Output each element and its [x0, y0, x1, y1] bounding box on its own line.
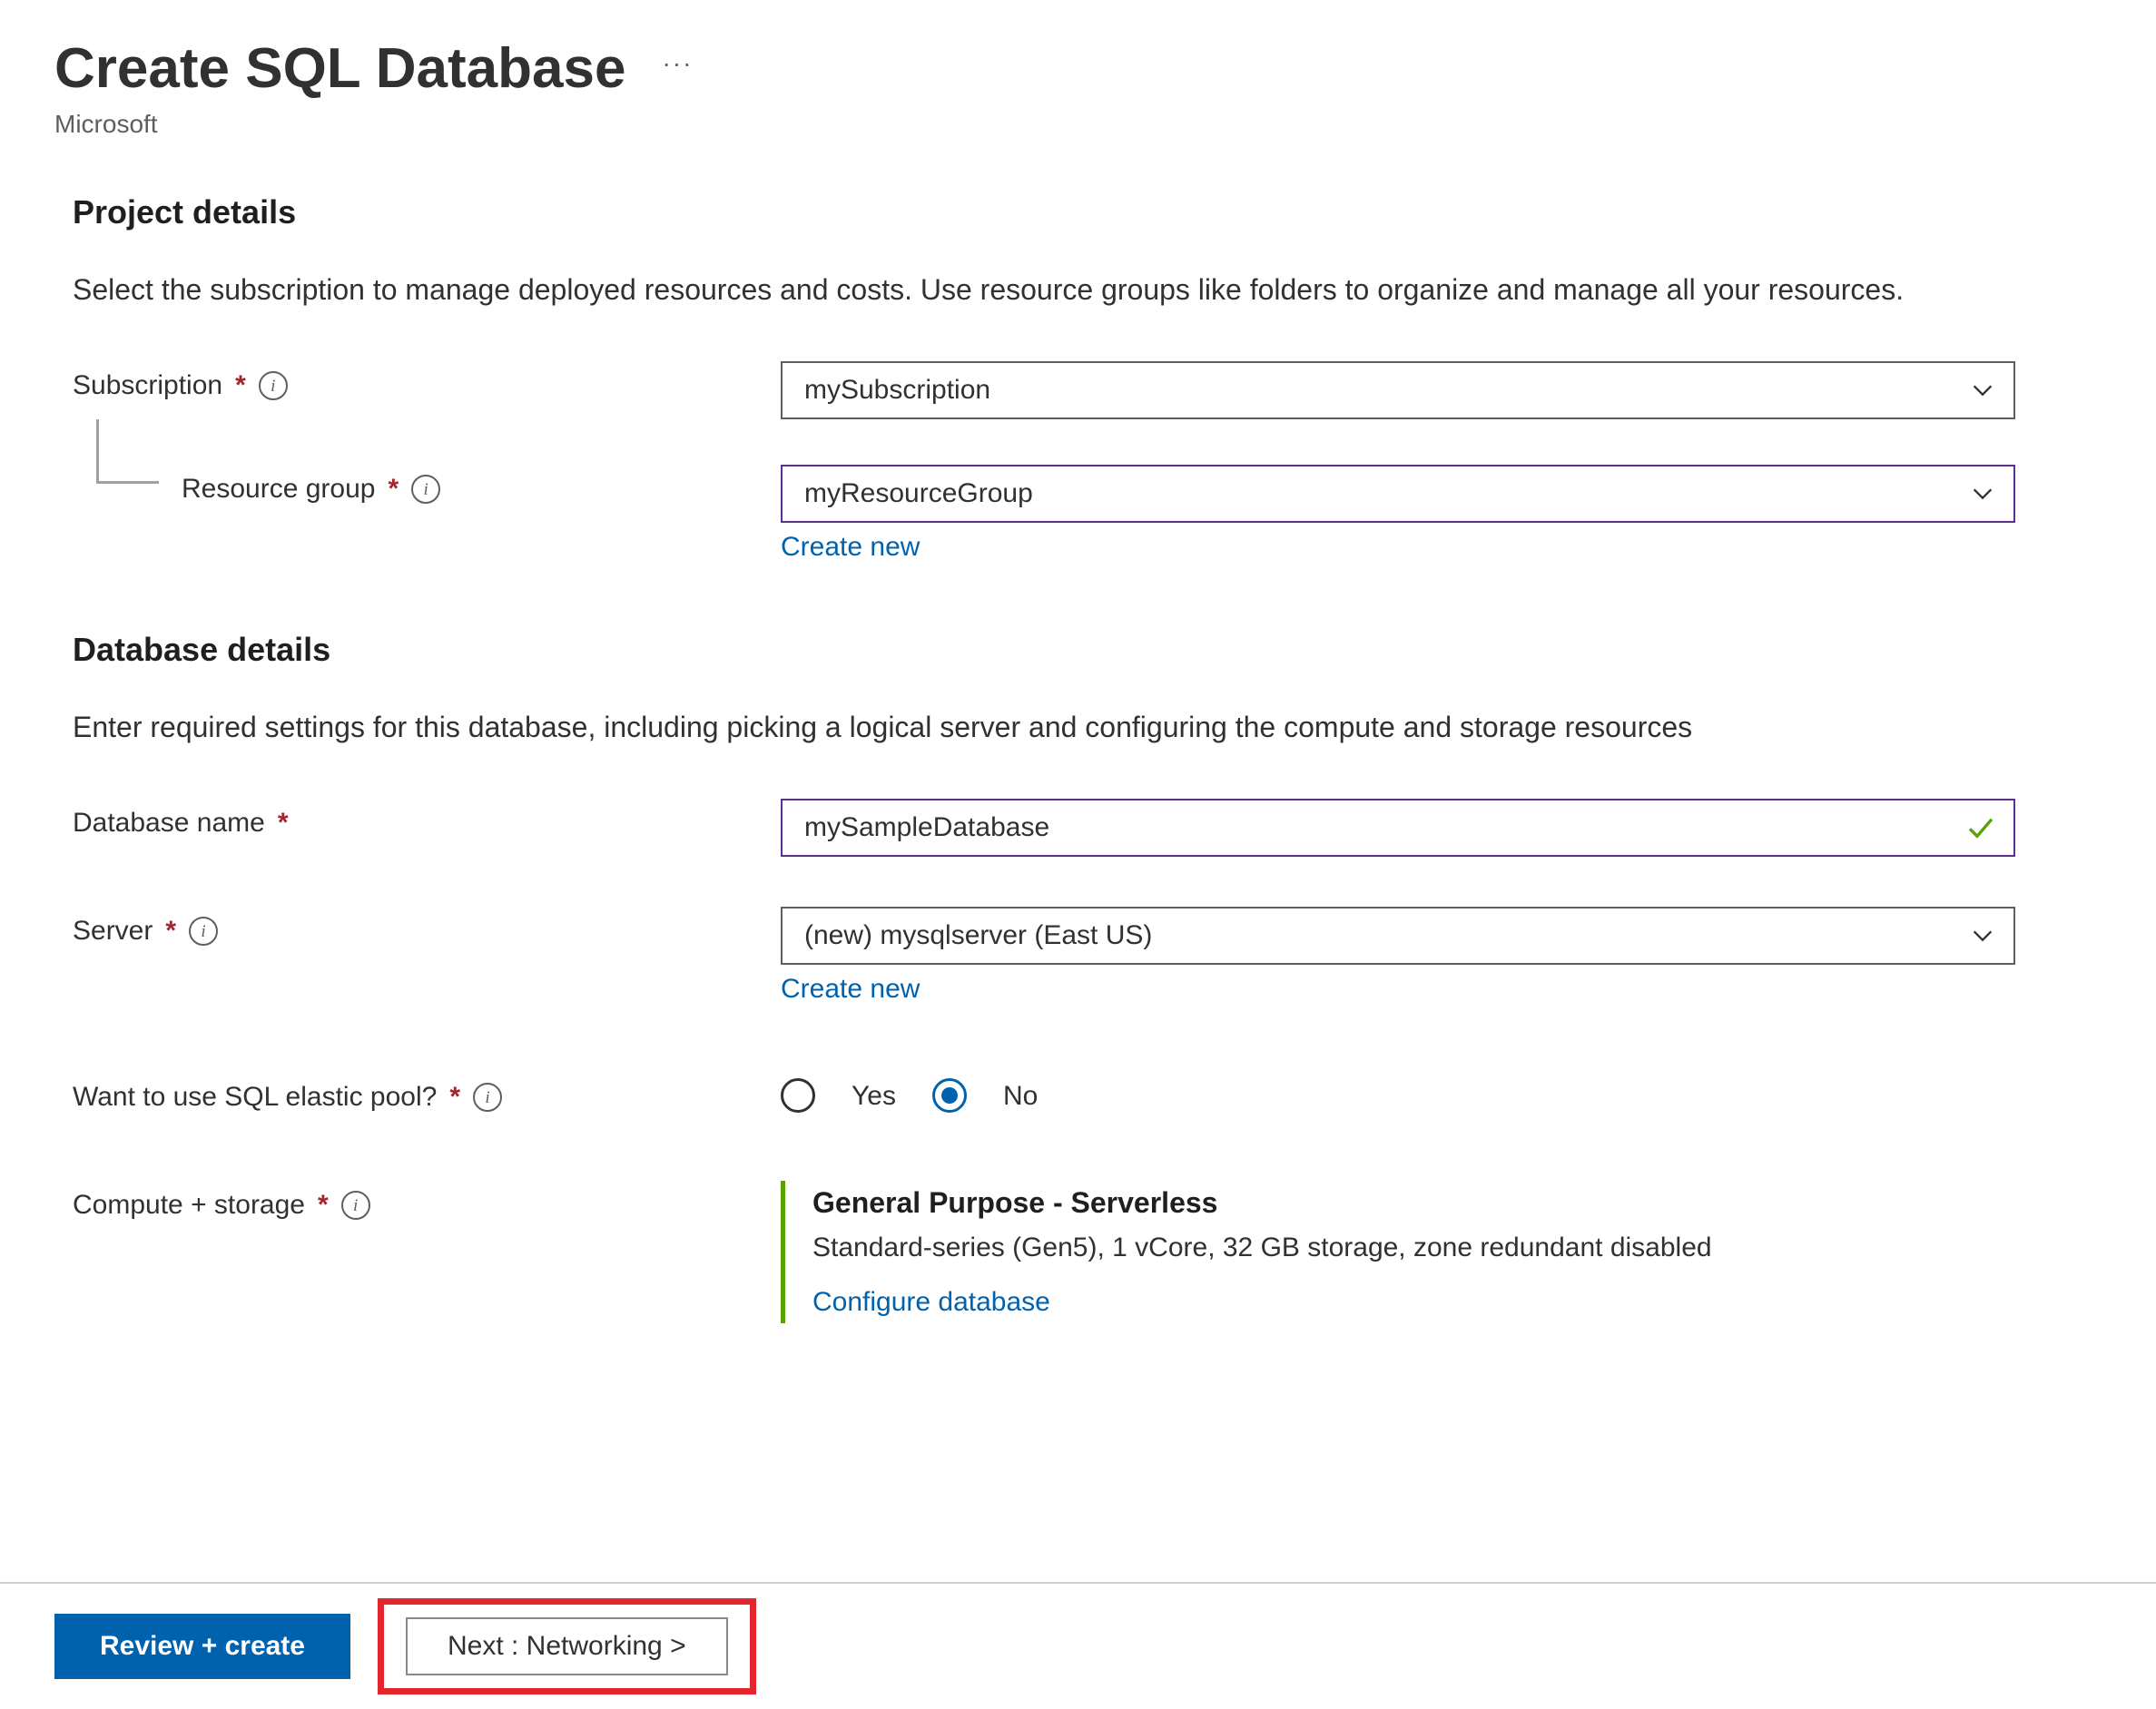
info-icon[interactable]: i — [189, 917, 218, 946]
tree-connector — [96, 419, 159, 484]
elastic-pool-no-radio[interactable] — [932, 1078, 967, 1113]
info-icon[interactable]: i — [411, 475, 440, 504]
subscription-value: mySubscription — [804, 375, 990, 406]
project-details-description: Select the subscription to manage deploy… — [73, 268, 1943, 311]
database-name-value: mySampleDatabase — [804, 812, 1049, 843]
more-button[interactable]: ··· — [662, 49, 693, 89]
required-marker: * — [165, 916, 176, 947]
resource-group-label: Resource group — [182, 474, 375, 505]
compute-storage-summary: General Purpose - Serverless Standard-se… — [781, 1181, 2015, 1323]
elastic-pool-no-label: No — [1003, 1079, 1038, 1112]
review-create-button[interactable]: Review + create — [54, 1614, 350, 1679]
compute-tier-title: General Purpose - Serverless — [812, 1186, 2015, 1220]
create-new-server-link[interactable]: Create new — [781, 974, 920, 1005]
configure-database-link[interactable]: Configure database — [812, 1287, 1050, 1318]
compute-tier-detail: Standard-series (Gen5), 1 vCore, 32 GB s… — [812, 1233, 2015, 1263]
server-value: (new) mysqlserver (East US) — [804, 920, 1152, 951]
server-label: Server — [73, 916, 153, 947]
database-details-description: Enter required settings for this databas… — [73, 705, 1943, 749]
page-title: Create SQL Database — [54, 36, 625, 101]
required-marker: * — [449, 1082, 460, 1113]
info-icon[interactable]: i — [473, 1083, 502, 1112]
resource-group-dropdown[interactable]: myResourceGroup — [781, 465, 2015, 523]
elastic-pool-yes-radio[interactable] — [781, 1078, 815, 1113]
database-name-label: Database name — [73, 808, 265, 839]
subscription-dropdown[interactable]: mySubscription — [781, 361, 2015, 419]
project-details-heading: Project details — [73, 193, 2102, 231]
check-icon — [1966, 813, 1995, 842]
info-icon[interactable]: i — [259, 371, 288, 400]
elastic-pool-label: Want to use SQL elastic pool? — [73, 1082, 437, 1113]
database-name-input[interactable]: mySampleDatabase — [781, 799, 2015, 857]
required-marker: * — [318, 1190, 329, 1221]
database-details-heading: Database details — [73, 631, 2102, 669]
required-marker: * — [388, 474, 399, 505]
info-icon[interactable]: i — [341, 1191, 370, 1220]
server-dropdown[interactable]: (new) mysqlserver (East US) — [781, 907, 2015, 965]
compute-storage-label: Compute + storage — [73, 1190, 305, 1221]
chevron-down-icon — [1970, 378, 1995, 403]
footer-bar: Review + create Next : Networking > — [0, 1582, 2156, 1709]
elastic-pool-yes-label: Yes — [852, 1079, 896, 1112]
chevron-down-icon — [1970, 481, 1995, 506]
next-networking-button[interactable]: Next : Networking > — [406, 1617, 728, 1675]
chevron-down-icon — [1970, 923, 1995, 948]
subscription-label: Subscription — [73, 370, 222, 401]
resource-group-value: myResourceGroup — [804, 478, 1033, 509]
required-marker: * — [278, 808, 289, 839]
required-marker: * — [235, 370, 246, 401]
page-subtitle: Microsoft — [54, 110, 2102, 139]
create-new-resource-group-link[interactable]: Create new — [781, 532, 920, 563]
highlight-annotation: Next : Networking > — [378, 1598, 756, 1694]
